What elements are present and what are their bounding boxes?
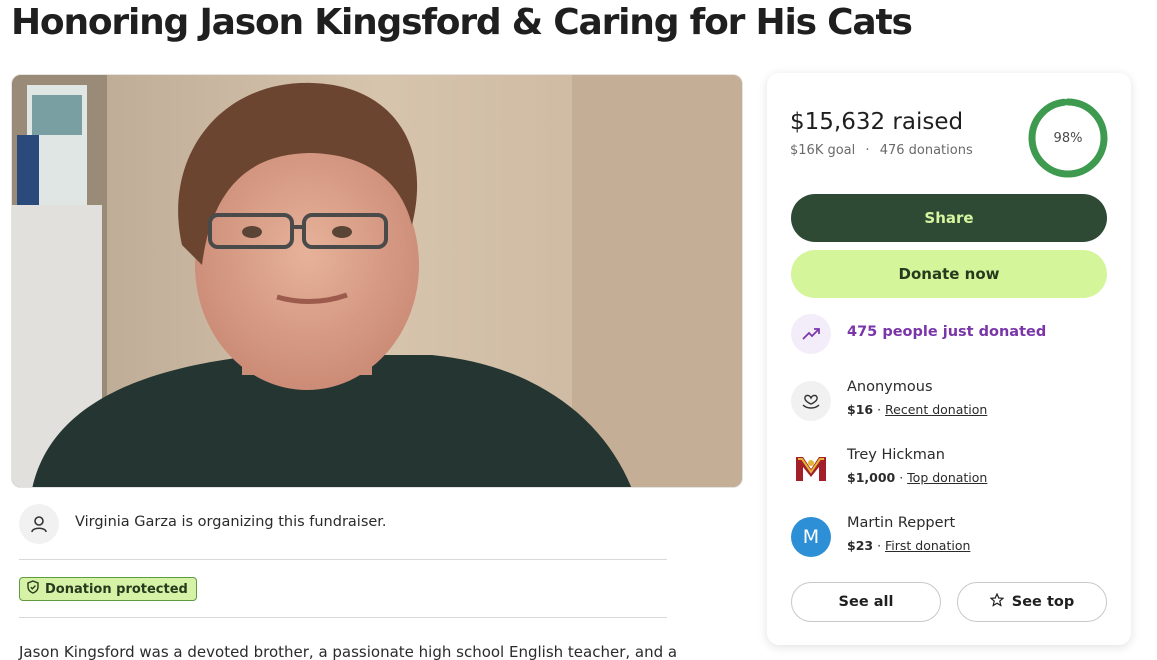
donation-protected-badge[interactable]: Donation protected [19, 577, 197, 601]
donor-meta: $16 · Recent donation [847, 402, 988, 417]
divider [19, 617, 667, 618]
donor-name: Anonymous [847, 379, 933, 395]
donor-item: Trey Hickman $1,000 · Top donation [791, 447, 1111, 491]
donor-amount: $1,000 [847, 470, 896, 485]
campaign-photo [11, 74, 743, 488]
donor-name: Martin Reppert [847, 515, 956, 531]
trending-up-icon [791, 314, 831, 354]
see-top-button[interactable]: See top [957, 582, 1107, 622]
donor-item: M Martin Reppert $23 · First donation [791, 515, 1111, 559]
raised-amount: $15,632 raised [790, 109, 964, 135]
star-icon [989, 592, 1005, 611]
avatar: M [791, 517, 831, 557]
top-donation-link[interactable]: Top donation [907, 470, 987, 485]
page-title: Honoring Jason Kingsford & Caring for Hi… [11, 2, 913, 43]
share-button[interactable]: Share [791, 194, 1107, 242]
donor-name: Trey Hickman [847, 447, 945, 463]
donor-meta: $23 · First donation [847, 538, 971, 553]
see-top-label: See top [1011, 594, 1075, 610]
trend-text: 475 people just donated [847, 324, 1047, 340]
crest-icon [791, 449, 831, 489]
goal-text: $16K goal [790, 143, 856, 158]
see-all-label: See all [838, 594, 894, 610]
badge-label: Donation protected [45, 581, 188, 597]
heart-hand-icon [791, 381, 831, 421]
recent-donation-link[interactable]: Recent donation [885, 402, 987, 417]
goal-line: $16K goal · 476 donations [790, 143, 973, 158]
person-photo [12, 75, 742, 487]
see-all-button[interactable]: See all [791, 582, 941, 622]
donation-card: $15,632 raised $16K goal · 476 donations… [767, 73, 1131, 645]
donor-amount: $23 [847, 538, 874, 553]
first-donation-link[interactable]: First donation [885, 538, 970, 553]
donor-item: Anonymous $16 · Recent donation [791, 379, 1111, 423]
donor-meta: $1,000 · Top donation [847, 470, 988, 485]
story-text: Jason Kingsford was a devoted brother, a… [19, 643, 678, 660]
user-icon [19, 504, 59, 544]
organizer-text: Virginia Garza is organizing this fundra… [75, 514, 387, 530]
donations-count: 476 donations [879, 143, 973, 158]
donate-now-button[interactable]: Donate now [791, 250, 1107, 298]
donor-amount: $16 [847, 402, 874, 417]
separator: · [865, 143, 870, 158]
progress-label: 98% [1053, 130, 1083, 146]
shield-icon [26, 580, 40, 598]
organizer-row: Virginia Garza is organizing this fundra… [19, 504, 667, 560]
